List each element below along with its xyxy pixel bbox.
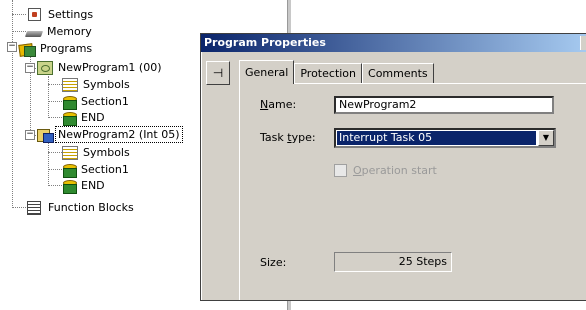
tree-item-label: Function Blocks	[48, 201, 134, 214]
tree-item-end[interactable]: END	[62, 110, 107, 126]
settings-icon	[28, 8, 41, 21]
tree-connector	[48, 117, 62, 118]
general-tab-panel: Name: NewProgram2 Task type: Interrupt T…	[239, 83, 586, 300]
tree-item-label: Settings	[48, 8, 94, 21]
chevron-down-icon: ▼	[542, 133, 550, 142]
size-value: 25 Steps	[334, 252, 452, 272]
symbols-icon	[62, 145, 78, 160]
symbols-icon	[62, 77, 78, 92]
tree-item-label: NewProgram1 (00)	[58, 61, 162, 74]
name-field[interactable]: NewProgram2	[334, 96, 554, 114]
tree-item-label: Memory	[47, 25, 92, 38]
tree-item-label: NewProgram2 (Int 05)	[55, 126, 183, 143]
tree-item-end[interactable]: END	[62, 178, 107, 194]
size-label: Size:	[260, 256, 287, 269]
dialog-titlebar[interactable]: Program Properties	[201, 34, 586, 52]
tree-connector	[48, 76, 49, 118]
programs-icon	[19, 42, 36, 57]
tree-connector	[48, 143, 49, 186]
tab-comments[interactable]: Comments	[362, 63, 434, 84]
tree-connector	[48, 152, 62, 153]
tree-item-label: END	[81, 179, 105, 192]
tree-connector	[48, 84, 62, 85]
task-type-label: Task type:	[260, 131, 316, 144]
tree-connector	[48, 101, 62, 102]
section-icon	[62, 163, 77, 178]
tree-item-label: Symbols	[83, 146, 130, 159]
tab-strip: General Protection Comments	[239, 60, 434, 84]
section-icon	[62, 95, 77, 110]
tab-protection[interactable]: Protection	[294, 63, 363, 84]
tree-item-symbols[interactable]: Symbols	[62, 145, 132, 160]
tree-item-label: Section1	[81, 95, 129, 108]
dialog-title: Program Properties	[204, 36, 326, 49]
tree-item-settings[interactable]: Settings	[26, 7, 95, 22]
tab-general[interactable]: General	[239, 60, 295, 84]
pin-icon: ⊣	[212, 66, 224, 80]
pane-splitter[interactable]	[287, 0, 291, 33]
pin-button[interactable]: ⊣	[206, 61, 230, 85]
interrupt-program-icon	[37, 128, 54, 143]
tree-item-programs[interactable]: Programs	[19, 41, 94, 57]
operation-start-label: Operation start	[353, 164, 437, 177]
close-button[interactable]	[580, 36, 586, 50]
tree-item-newprogram1[interactable]: NewProgram1 (00)	[37, 60, 163, 75]
program-icon	[37, 60, 53, 75]
name-label: Name:	[260, 98, 297, 111]
task-type-value: Interrupt Task 05	[337, 131, 536, 145]
expand-collapse-newprogram2[interactable]: −	[25, 130, 35, 140]
tree-connector	[12, 207, 26, 208]
tree-item-function-blocks[interactable]: Function Blocks	[26, 200, 136, 215]
tree-item-symbols[interactable]: Symbols	[62, 77, 132, 92]
expand-collapse-newprogram1[interactable]: −	[25, 63, 35, 73]
end-section-icon	[62, 179, 77, 194]
tree-item-label: Section1	[81, 163, 129, 176]
task-type-select[interactable]: Interrupt Task 05 ▼	[334, 128, 556, 148]
program-properties-dialog: Program Properties ⊣ General Protection …	[200, 33, 586, 301]
tree-connector	[12, 14, 26, 15]
tree-connector	[12, 31, 26, 32]
tree-item-label: Programs	[40, 42, 93, 55]
function-blocks-icon	[27, 200, 41, 215]
end-section-icon	[62, 111, 77, 126]
operation-start-checkbox-row[interactable]: Operation start	[334, 164, 437, 177]
operation-start-checkbox[interactable]	[334, 164, 347, 177]
tree-connector	[48, 169, 62, 170]
tree-item-label: END	[81, 111, 105, 124]
tree-item-section1[interactable]: Section1	[62, 162, 131, 178]
memory-icon	[24, 30, 44, 37]
tree-item-label: Symbols	[83, 78, 130, 91]
tree-item-memory[interactable]: Memory	[24, 24, 94, 39]
expand-collapse-programs[interactable]: −	[7, 42, 17, 52]
dropdown-arrow-button[interactable]: ▼	[538, 130, 554, 146]
tree-item-section1[interactable]: Section1	[62, 94, 131, 110]
project-tree: − − − Settings Memory Programs NewProgra…	[0, 0, 200, 310]
tree-connector	[48, 185, 62, 186]
tree-item-newprogram2[interactable]: NewProgram2 (Int 05)	[37, 126, 183, 143]
